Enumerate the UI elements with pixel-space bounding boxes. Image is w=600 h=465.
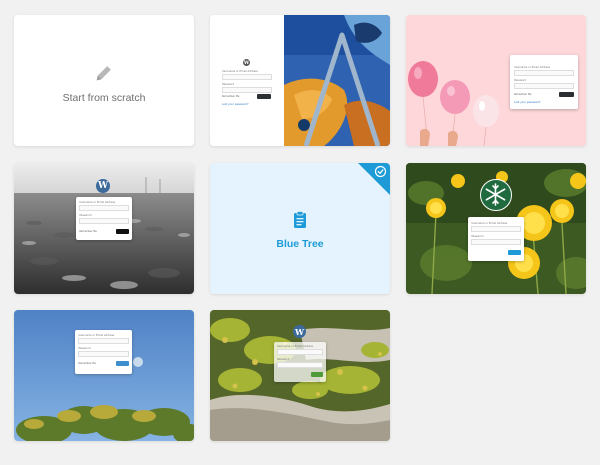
login-box: Username or Email Address Password Remem… xyxy=(510,55,578,109)
username-field[interactable] xyxy=(277,349,323,355)
login-box: Username or Email Address Password xyxy=(274,342,326,382)
username-label: Username or Email Address xyxy=(78,334,115,337)
login-button[interactable] xyxy=(116,229,129,234)
password-label: Password xyxy=(514,79,527,82)
login-button[interactable] xyxy=(257,94,271,99)
template-grid: Start from scratch W Username or Email A… xyxy=(0,0,600,465)
snowflake-logo xyxy=(480,179,512,211)
card-blue-tree[interactable]: Blue Tree xyxy=(210,163,390,294)
lost-password-link[interactable]: Lost your password? xyxy=(222,103,249,106)
password-field[interactable] xyxy=(222,87,272,93)
pencil-icon xyxy=(96,66,111,81)
login-box: Username or Email Address Password xyxy=(468,217,524,261)
card-template-dandelions[interactable]: Username or Email Address Password xyxy=(406,163,586,294)
card-start-from-scratch[interactable]: Start from scratch xyxy=(14,15,194,146)
clipboard-icon xyxy=(294,211,306,228)
password-field[interactable] xyxy=(471,239,521,245)
card-template-balloons[interactable]: Username or Email Address Password Remem… xyxy=(406,15,586,146)
remember-label: Remember Me xyxy=(222,95,240,98)
password-field[interactable] xyxy=(79,218,129,224)
login-button[interactable] xyxy=(508,250,521,255)
card-title: Blue Tree xyxy=(276,238,324,250)
username-field[interactable] xyxy=(222,74,272,80)
password-label: Password xyxy=(78,347,91,350)
username-label: Username or Email Address xyxy=(277,345,313,348)
card-template-moss[interactable]: W Username or Email Address Password xyxy=(210,310,390,441)
card-template-blue-sky[interactable]: Username or Email Address Password Remem… xyxy=(14,310,194,441)
password-label: Password xyxy=(79,214,92,217)
remember-label: Remember Me xyxy=(78,362,96,365)
password-label: Password xyxy=(471,235,484,238)
wordpress-logo: W xyxy=(96,179,110,193)
lost-password-link[interactable]: Lost your password? xyxy=(514,101,541,104)
login-button[interactable] xyxy=(558,92,574,97)
card-template-grayscale[interactable]: W Username or Email Address Password Rem… xyxy=(14,163,194,294)
selected-corner xyxy=(358,163,390,195)
wordpress-logo: W xyxy=(243,59,250,66)
username-field[interactable] xyxy=(78,338,129,344)
password-field[interactable] xyxy=(277,362,323,368)
login-box: Username or Email Address Password Remem… xyxy=(75,330,132,374)
password-label: Password xyxy=(222,83,235,86)
login-panel: W Username or Email Address Password Rem… xyxy=(210,15,284,146)
login-button[interactable] xyxy=(116,361,129,366)
snowflake-icon xyxy=(485,183,506,206)
card-title: Start from scratch xyxy=(62,92,146,104)
username-field[interactable] xyxy=(471,226,521,232)
username-field[interactable] xyxy=(514,70,574,76)
username-field[interactable] xyxy=(79,205,129,211)
password-field[interactable] xyxy=(514,83,574,89)
geometric-artwork xyxy=(284,15,390,146)
login-button[interactable] xyxy=(311,372,323,377)
wordpress-logo: W xyxy=(293,325,306,338)
username-label: Username or Email Address xyxy=(222,70,258,73)
remember-label: Remember Me xyxy=(79,230,97,233)
password-field[interactable] xyxy=(78,351,129,357)
username-label: Username or Email Address xyxy=(79,201,116,204)
username-label: Username or Email Address xyxy=(471,222,508,225)
password-label: Password xyxy=(277,358,290,361)
login-box: Username or Email Address Password Remem… xyxy=(76,197,132,240)
card-template-geometric[interactable]: W Username or Email Address Password Rem… xyxy=(210,15,390,146)
username-label: Username or Email Address xyxy=(514,66,550,69)
remember-label: Remember Me xyxy=(514,93,532,96)
